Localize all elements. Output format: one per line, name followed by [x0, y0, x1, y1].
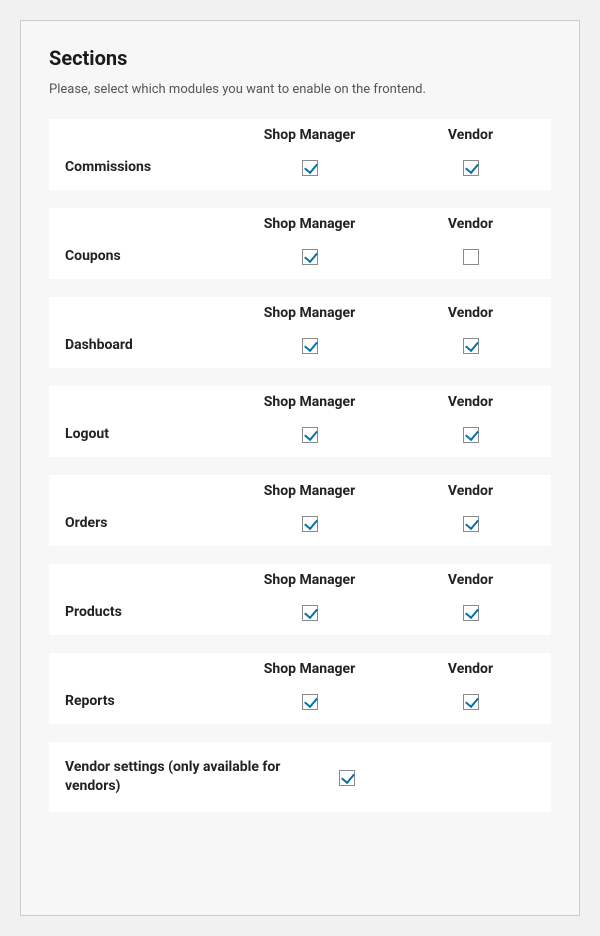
sections-list: Shop ManagerVendorCommissionsShop Manage…: [49, 119, 551, 724]
sections-panel: Sections Please, select which modules yo…: [20, 20, 580, 916]
orders-shop-manager-checkbox[interactable]: [302, 516, 318, 532]
section-header-row: Shop ManagerVendor: [49, 572, 551, 594]
column-header-vendor: Vendor: [390, 661, 551, 683]
section-header-row: Shop ManagerVendor: [49, 394, 551, 416]
column-header-shop-manager: Shop Manager: [229, 661, 390, 683]
section-reports: Shop ManagerVendor Reports: [49, 653, 551, 724]
section-value-row: Logout: [49, 416, 551, 443]
logout-vendor-checkbox[interactable]: [463, 427, 479, 443]
section-value-row: Dashboard: [49, 327, 551, 354]
section-products: Shop ManagerVendor Products: [49, 564, 551, 635]
column-header-vendor: Vendor: [390, 127, 551, 149]
header-spacer: [49, 138, 229, 139]
section-value-row: Products: [49, 594, 551, 621]
column-header-shop-manager: Shop Manager: [229, 394, 390, 416]
coupons-shop-manager-checkbox[interactable]: [302, 249, 318, 265]
vendor-settings-row: Vendor settings (only available for vend…: [49, 742, 551, 812]
section-coupons: Shop ManagerVendor Coupons: [49, 208, 551, 279]
section-dashboard: Shop ManagerVendor Dashboard: [49, 297, 551, 368]
commissions-vendor-checkbox[interactable]: [463, 160, 479, 176]
section-label: Orders: [49, 515, 229, 531]
commissions-shop-manager-checkbox[interactable]: [302, 160, 318, 176]
products-vendor-checkbox[interactable]: [463, 605, 479, 621]
column-header-vendor: Vendor: [390, 394, 551, 416]
header-spacer: [49, 316, 229, 317]
reports-shop-manager-checkbox[interactable]: [302, 694, 318, 710]
section-orders: Shop ManagerVendor Orders: [49, 475, 551, 546]
vendor-settings-checkbox[interactable]: [339, 770, 355, 786]
dashboard-shop-manager-checkbox[interactable]: [302, 338, 318, 354]
section-commissions: Shop ManagerVendor Commissions: [49, 119, 551, 190]
coupons-vendor-checkbox[interactable]: [463, 249, 479, 265]
header-spacer: [49, 672, 229, 673]
section-value-row: Reports: [49, 683, 551, 710]
vendor-settings-label: Vendor settings (only available for vend…: [49, 758, 309, 796]
section-label: Dashboard: [49, 337, 229, 353]
dashboard-vendor-checkbox[interactable]: [463, 338, 479, 354]
section-header-row: Shop ManagerVendor: [49, 305, 551, 327]
section-header-row: Shop ManagerVendor: [49, 483, 551, 505]
header-spacer: [49, 227, 229, 228]
logout-shop-manager-checkbox[interactable]: [302, 427, 318, 443]
page-title: Sections: [49, 46, 551, 70]
column-header-vendor: Vendor: [390, 572, 551, 594]
header-spacer: [49, 494, 229, 495]
column-header-shop-manager: Shop Manager: [229, 305, 390, 327]
section-label: Reports: [49, 693, 229, 709]
section-logout: Shop ManagerVendor Logout: [49, 386, 551, 457]
header-spacer: [49, 405, 229, 406]
column-header-shop-manager: Shop Manager: [229, 127, 390, 149]
section-value-row: Orders: [49, 505, 551, 532]
reports-vendor-checkbox[interactable]: [463, 694, 479, 710]
page-description: Please, select which modules you want to…: [49, 82, 551, 97]
column-header-vendor: Vendor: [390, 483, 551, 505]
section-label: Coupons: [49, 248, 229, 264]
products-shop-manager-checkbox[interactable]: [302, 605, 318, 621]
section-header-row: Shop ManagerVendor: [49, 127, 551, 149]
section-label: Logout: [49, 426, 229, 442]
column-header-shop-manager: Shop Manager: [229, 572, 390, 594]
column-header-shop-manager: Shop Manager: [229, 216, 390, 238]
section-header-row: Shop ManagerVendor: [49, 661, 551, 683]
section-value-row: Commissions: [49, 149, 551, 176]
column-header-vendor: Vendor: [390, 305, 551, 327]
section-value-row: Coupons: [49, 238, 551, 265]
header-spacer: [49, 583, 229, 584]
column-header-vendor: Vendor: [390, 216, 551, 238]
section-label: Products: [49, 604, 229, 620]
section-label: Commissions: [49, 159, 229, 175]
orders-vendor-checkbox[interactable]: [463, 516, 479, 532]
column-header-shop-manager: Shop Manager: [229, 483, 390, 505]
section-header-row: Shop ManagerVendor: [49, 216, 551, 238]
